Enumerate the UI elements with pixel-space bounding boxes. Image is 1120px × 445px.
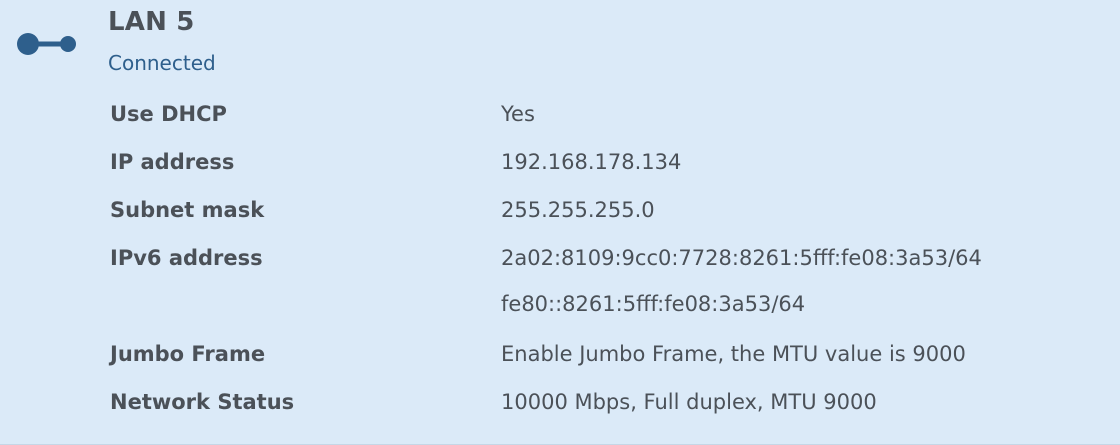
interface-title: LAN 5 [108,7,195,37]
jumbo-frame-value: Enable Jumbo Frame, the MTU value is 900… [501,342,966,366]
ipv6-address-global-value: 2a02:8109:9cc0:7728:8261:5fff:fe08:3a53/… [501,246,982,270]
detail-row-subnet-mask: Subnet mask 255.255.255.0 [110,198,1100,246]
detail-row-use-dhcp: Use DHCP Yes [110,102,1100,150]
detail-row-network-status: Network Status 10000 Mbps, Full duplex, … [110,390,1100,438]
ip-address-value: 192.168.178.134 [501,150,682,174]
use-dhcp-value: Yes [501,102,535,126]
jumbo-frame-label: Jumbo Frame [110,342,266,366]
ipv6-address-label: IPv6 address [110,246,263,270]
detail-row-ip-address: IP address 192.168.178.134 [110,150,1100,198]
detail-row-ipv6-address: IPv6 address 2a02:8109:9cc0:7728:8261:5f… [110,246,1100,342]
ip-address-label: IP address [110,150,235,174]
interface-details: Use DHCP Yes IP address 192.168.178.134 … [110,102,1100,438]
network-connector-icon [16,30,78,60]
detail-row-jumbo-frame: Jumbo Frame Enable Jumbo Frame, the MTU … [110,342,1100,390]
network-interface-panel: LAN 5 Connected Use DHCP Yes IP address … [0,0,1120,445]
use-dhcp-label: Use DHCP [110,102,227,126]
subnet-mask-value: 255.255.255.0 [501,198,655,222]
network-status-label: Network Status [110,390,295,414]
network-status-value: 10000 Mbps, Full duplex, MTU 9000 [501,390,877,414]
ipv6-address-link-local-value: fe80::8261:5fff:fe08:3a53/64 [501,292,806,316]
subnet-mask-label: Subnet mask [110,198,265,222]
connection-status: Connected [108,51,216,75]
